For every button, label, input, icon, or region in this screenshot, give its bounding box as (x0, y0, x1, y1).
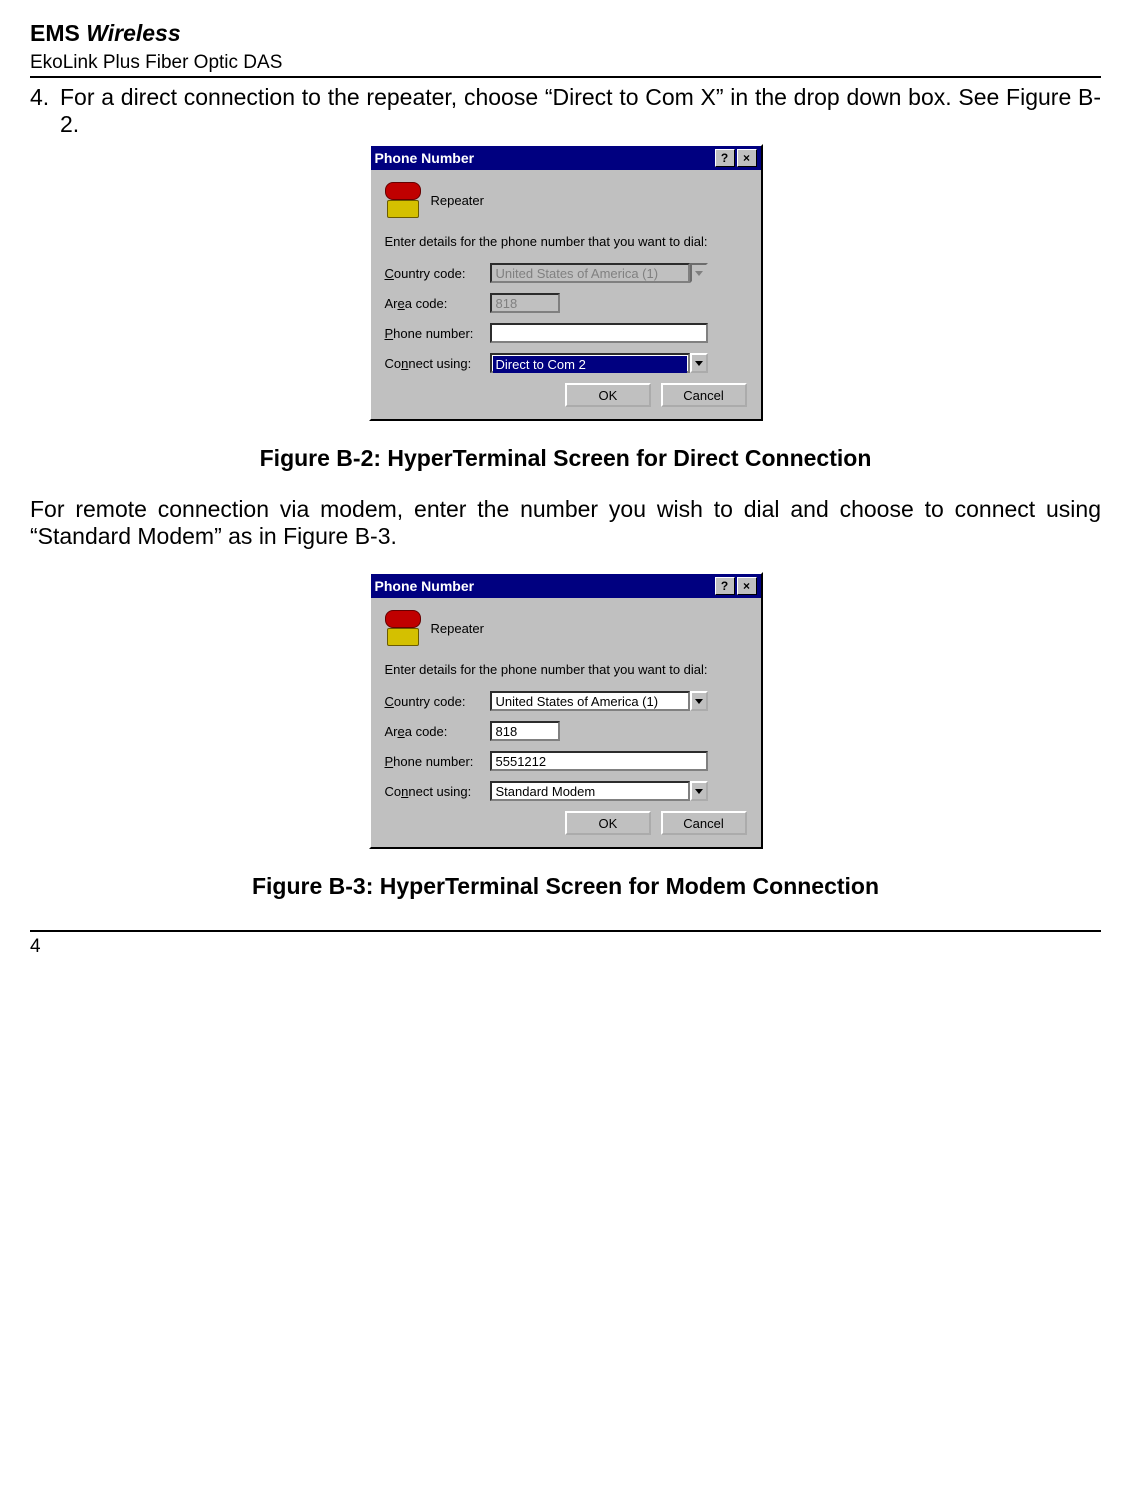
chevron-down-icon[interactable] (690, 353, 708, 373)
phone-number-input[interactable] (490, 751, 708, 771)
chevron-down-icon (690, 263, 708, 283)
brand: EMS Wireless (30, 20, 181, 46)
product-name: EkoLink Plus Fiber Optic DAS (30, 52, 282, 73)
area-code-input (490, 293, 560, 313)
connect-using-label: Connect using: (385, 356, 490, 371)
figure-b3-caption: Figure B-3: HyperTerminal Screen for Mod… (30, 873, 1101, 900)
figure-b3: Phone Number ? × Repeater Enter details … (30, 572, 1101, 900)
dialog-title: Phone Number (375, 578, 713, 594)
help-icon[interactable]: ? (715, 577, 735, 595)
cancel-button[interactable]: Cancel (661, 383, 747, 407)
close-icon[interactable]: × (737, 149, 757, 167)
modem-paragraph: For remote connection via modem, enter t… (30, 496, 1101, 550)
connect-using-label: Connect using: (385, 784, 490, 799)
chevron-down-icon[interactable] (690, 781, 708, 801)
figure-b2-caption: Figure B-2: HyperTerminal Screen for Dir… (30, 445, 1101, 472)
close-icon[interactable]: × (737, 577, 757, 595)
connection-name: Repeater (431, 621, 484, 636)
step-number: 4. (30, 84, 60, 138)
country-code-select[interactable] (490, 691, 690, 711)
phone-icon (385, 610, 421, 646)
header-rule (30, 76, 1101, 78)
help-icon[interactable]: ? (715, 149, 735, 167)
footer-rule (30, 930, 1101, 932)
area-code-label: Area code: (385, 296, 490, 311)
country-code-label: Country code: (385, 266, 490, 281)
dialog-prompt: Enter details for the phone number that … (385, 662, 747, 677)
ok-button[interactable]: OK (565, 811, 651, 835)
area-code-label: Area code: (385, 724, 490, 739)
dialog-prompt: Enter details for the phone number that … (385, 234, 747, 249)
chevron-down-icon[interactable] (690, 691, 708, 711)
area-code-input[interactable] (490, 721, 560, 741)
dialog-title: Phone Number (375, 150, 713, 166)
cancel-button[interactable]: Cancel (661, 811, 747, 835)
connect-using-select[interactable]: Direct to Com 2 (490, 353, 690, 373)
phone-number-label: Phone number: (385, 326, 490, 341)
step-text: For a direct connection to the repeater,… (60, 84, 1101, 138)
connection-name: Repeater (431, 193, 484, 208)
step-4: 4. For a direct connection to the repeat… (30, 84, 1101, 138)
ok-button[interactable]: OK (565, 383, 651, 407)
titlebar: Phone Number ? × (371, 574, 761, 598)
phone-icon (385, 182, 421, 218)
phone-number-dialog: Phone Number ? × Repeater Enter details … (369, 572, 763, 849)
phone-number-input[interactable] (490, 323, 708, 343)
page-number: 4 (30, 936, 1101, 958)
doc-header: EMS Wireless EkoLink Plus Fiber Optic DA… (30, 20, 1101, 74)
country-code-label: Country code: (385, 694, 490, 709)
connect-using-select[interactable] (490, 781, 690, 801)
figure-b2: Phone Number ? × Repeater Enter details … (30, 144, 1101, 472)
phone-number-label: Phone number: (385, 754, 490, 769)
country-code-select (490, 263, 690, 283)
phone-number-dialog: Phone Number ? × Repeater Enter details … (369, 144, 763, 421)
titlebar: Phone Number ? × (371, 146, 761, 170)
